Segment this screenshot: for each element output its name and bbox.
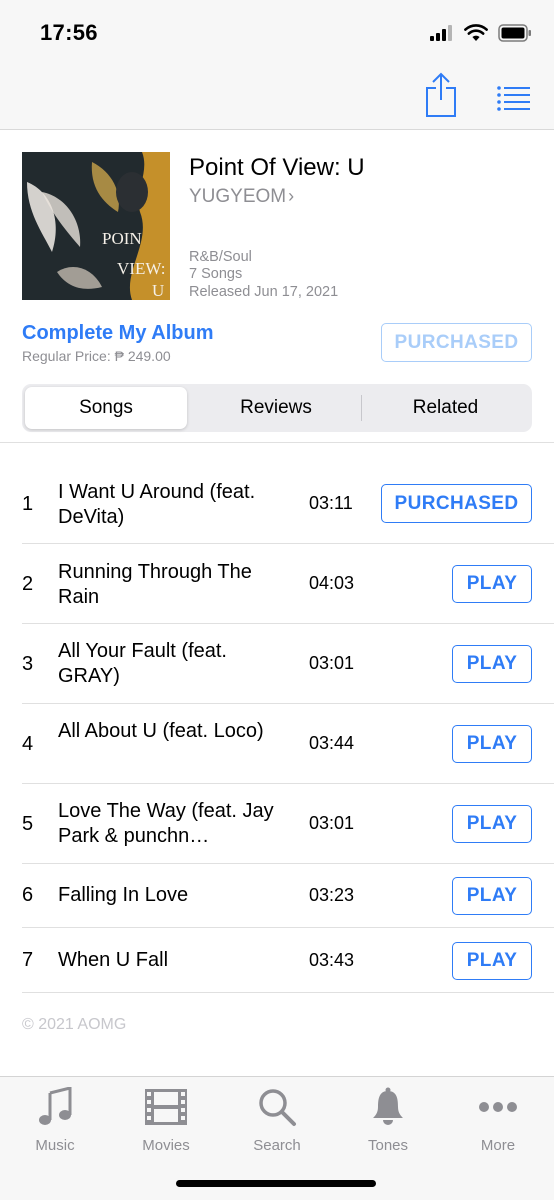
tab-tones[interactable]: Tones (333, 1085, 443, 1154)
share-icon (426, 72, 456, 117)
track-number: 2 (22, 573, 34, 595)
tab-search[interactable]: Search (222, 1085, 332, 1154)
track-duration: 03:01 (309, 653, 355, 673)
track-title: I Want U Around (feat. DeVita) (58, 481, 256, 528)
track-number: 5 (22, 813, 34, 835)
more-icon (479, 1102, 517, 1112)
copyright: © 2021 AOMG (22, 1016, 127, 1033)
track-duration: 03:23 (309, 885, 355, 905)
play-button[interactable]: PLAY (452, 645, 532, 683)
track-number: 3 (22, 653, 34, 675)
track-title: Running Through The Rain (58, 561, 252, 608)
section-divider (0, 442, 554, 443)
track-row[interactable]: 4 All About U (feat. Loco) 03:44 PLAY (0, 704, 554, 784)
track-number: 1 (22, 493, 34, 515)
track-title: All About U (feat. Loco) (58, 720, 264, 742)
svg-text:POIN: POIN (102, 229, 142, 248)
regular-price: Regular Price: ₱ 249.00 (22, 348, 171, 364)
play-button[interactable]: PLAY (452, 565, 532, 603)
track-title: When U Fall (58, 949, 169, 971)
track-row[interactable]: 1 I Want U Around (feat. DeVita) 03:11 P… (0, 464, 554, 544)
complete-my-album-link[interactable]: Complete My Album (22, 322, 214, 345)
track-duration: 03:01 (309, 813, 355, 833)
film-icon (145, 1089, 187, 1125)
tab-label: Tones (367, 1137, 409, 1154)
battery-icon (498, 24, 531, 42)
chevron-right-icon: › (288, 186, 295, 206)
album-purchased-button[interactable]: PURCHASED (381, 323, 532, 362)
track-duration: 03:43 (309, 950, 355, 970)
track-row[interactable]: 7 When U Fall 03:43 PLAY (0, 928, 554, 993)
bell-icon (373, 1087, 403, 1125)
track-row[interactable]: 3 All Your Fault (feat. GRAY) 03:01 PLAY (0, 624, 554, 704)
track-row[interactable]: 6 Falling In Love 03:23 PLAY (0, 864, 554, 928)
tab-label: More (480, 1137, 516, 1154)
play-button[interactable]: PLAY (452, 725, 532, 763)
track-duration: 03:11 (309, 493, 353, 513)
track-duration: 04:03 (309, 573, 355, 593)
track-number: 7 (22, 949, 34, 971)
album-title: Point Of View: U (189, 154, 365, 181)
album-genre: R&B/Soul (189, 249, 252, 265)
track-number: 4 (22, 733, 34, 755)
status-icons (430, 24, 532, 42)
nav-bar (0, 62, 554, 130)
artist-link[interactable]: YUGYEOM › (189, 186, 294, 208)
list-icon (497, 86, 530, 111)
tab-label: Search (253, 1137, 301, 1154)
tab-label: Music (35, 1137, 75, 1154)
tab-songs[interactable]: Songs (25, 387, 187, 429)
album-release-date: Released Jun 17, 2021 (189, 284, 339, 300)
svg-text:U: U (152, 281, 164, 300)
home-indicator (176, 1180, 376, 1187)
track-purchased-button[interactable]: PURCHASED (381, 484, 532, 523)
list-button[interactable] (496, 84, 532, 112)
track-number: 6 (22, 884, 34, 906)
track-title: All Your Fault (feat. GRAY) (58, 640, 227, 687)
track-row[interactable]: 2 Running Through The Rain 04:03 PLAY (0, 544, 554, 624)
album-artwork[interactable]: POIN VIEW: U (22, 152, 170, 300)
track-divider (22, 992, 554, 993)
status-time: 17:56 (40, 20, 98, 45)
tab-music[interactable]: Music (0, 1085, 110, 1154)
wifi-icon (464, 24, 488, 41)
artist-name: YUGYEOM (189, 186, 287, 207)
share-button[interactable] (423, 70, 459, 118)
track-title: Love The Way (feat. Jay Park & punchn… (58, 800, 274, 847)
album-song-count: 7 Songs (189, 266, 243, 282)
tab-movies[interactable]: Movies (111, 1085, 221, 1154)
svg-text:VIEW:: VIEW: (117, 259, 165, 278)
play-button[interactable]: PLAY (452, 942, 532, 980)
track-duration: 03:44 (309, 733, 355, 753)
play-button[interactable]: PLAY (452, 877, 532, 915)
play-button[interactable]: PLAY (452, 805, 532, 843)
status-bar: 17:56 (0, 0, 554, 62)
tab-reviews[interactable]: Reviews (192, 387, 360, 429)
track-row[interactable]: 5 Love The Way (feat. Jay Park & punchn…… (0, 784, 554, 864)
tab-related[interactable]: Related (362, 387, 529, 429)
search-icon (259, 1089, 296, 1126)
tab-label: Movies (142, 1137, 190, 1154)
tab-more[interactable]: More (443, 1085, 553, 1154)
music-note-icon (39, 1087, 72, 1125)
segmented-control: Songs Reviews Related (22, 384, 532, 432)
cellular-signal-icon (430, 25, 452, 41)
track-title: Falling In Love (58, 884, 189, 906)
